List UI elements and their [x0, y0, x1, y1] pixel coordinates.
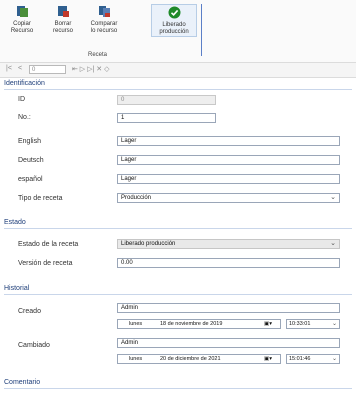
delete-resource-button[interactable]: Borrar recurso: [44, 5, 82, 35]
released-production-button[interactable]: Liberado producción: [151, 4, 197, 37]
modified-label: Cambiado: [18, 342, 50, 349]
modified-time: 15:01:46: [289, 356, 311, 362]
created-by-field[interactable]: Admin: [117, 303, 340, 313]
id-label: ID: [18, 96, 25, 103]
created-time-field[interactable]: 10:33:01 ⌄: [286, 319, 340, 329]
deutsch-name-field[interactable]: Lager: [117, 155, 340, 165]
identification-divider: [4, 89, 352, 90]
identification-section-title: Identificación: [4, 80, 45, 87]
recipe-type-label: Tipo de receta: [18, 195, 63, 202]
created-label: Creado: [18, 308, 41, 315]
english-label: English: [18, 138, 41, 145]
ribbon: Copiar Recurso Borrar recurso Comparar l…: [0, 0, 356, 63]
delete-resource-label: Borrar recurso: [52, 21, 73, 34]
recipe-state-label: Estado de la receta: [18, 241, 79, 248]
copy-resource-label: Copiar Recurso: [10, 21, 34, 34]
recipe-state-select: Liberado producción ⌄: [117, 239, 340, 249]
compare-resource-button[interactable]: Comparar lo recurso: [85, 5, 123, 35]
number-field[interactable]: 1: [117, 113, 216, 123]
record-navigator: |< < 0 ⇤ ▷ ▷| ✕ ◇: [0, 63, 356, 78]
history-section-title: Historial: [4, 285, 30, 292]
chevron-down-icon: ⌄: [330, 194, 336, 201]
espanol-name-field[interactable]: Lager: [117, 174, 340, 184]
chevron-down-icon: ⌄: [331, 356, 337, 362]
calendar-icon[interactable]: ▣▾: [264, 320, 272, 328]
created-weekday: lunes: [129, 321, 143, 327]
record-nav-controls[interactable]: ⇤ ▷ ▷| ✕ ◇: [72, 65, 109, 73]
state-divider: [4, 228, 352, 229]
ribbon-separator: [201, 4, 202, 56]
created-time: 10:33:01: [289, 321, 311, 327]
modified-weekday: lunes: [129, 356, 143, 362]
ribbon-group-label: Receta: [88, 52, 108, 58]
created-date: 18 de noviembre de 2019: [160, 321, 223, 327]
recipe-state-value: Liberado producción: [121, 241, 176, 247]
copy-resource-icon: [16, 6, 28, 17]
recipe-type-select[interactable]: Producción ⌄: [117, 193, 340, 203]
deutsch-label: Deutsch: [18, 157, 44, 164]
recipe-version-label: Versión de receta: [18, 260, 73, 267]
check-circle-icon: [168, 6, 180, 19]
record-position-input[interactable]: 0: [29, 65, 66, 74]
modified-time-field[interactable]: 15:01:46 ⌄: [286, 354, 340, 364]
modified-date-picker[interactable]: lunes 20 de diciembre de 2021 ▣▾: [117, 354, 281, 364]
modified-date: 20 de diciembre de 2021: [160, 356, 221, 362]
history-divider: [4, 294, 352, 295]
calendar-icon[interactable]: ▣▾: [264, 355, 272, 363]
prev-record-button[interactable]: <: [18, 65, 22, 72]
comments-divider: [4, 388, 352, 389]
state-section-title: Estado: [4, 219, 26, 226]
compare-resource-label: Comparar lo recurso: [90, 21, 118, 34]
compare-resource-icon: [98, 6, 110, 17]
comments-section-title: Comentario: [4, 379, 41, 386]
chevron-down-icon: ⌄: [331, 321, 337, 327]
recipe-version-field[interactable]: 0.00: [117, 258, 340, 268]
modified-by-field[interactable]: Admin: [117, 338, 340, 348]
espanol-label: español: [18, 176, 43, 183]
delete-resource-icon: [57, 6, 69, 17]
copy-resource-button[interactable]: Copiar Recurso: [3, 5, 41, 35]
number-label: No.:: [18, 114, 31, 121]
recipe-type-value: Producción: [121, 195, 152, 201]
id-field: 0: [117, 95, 216, 105]
first-record-button[interactable]: |<: [6, 65, 12, 72]
english-name-field[interactable]: Lager: [117, 136, 340, 146]
created-date-picker[interactable]: lunes 18 de noviembre de 2019 ▣▾: [117, 319, 281, 329]
released-production-label: Liberado producción: [159, 22, 189, 35]
chevron-down-icon: ⌄: [330, 240, 336, 247]
